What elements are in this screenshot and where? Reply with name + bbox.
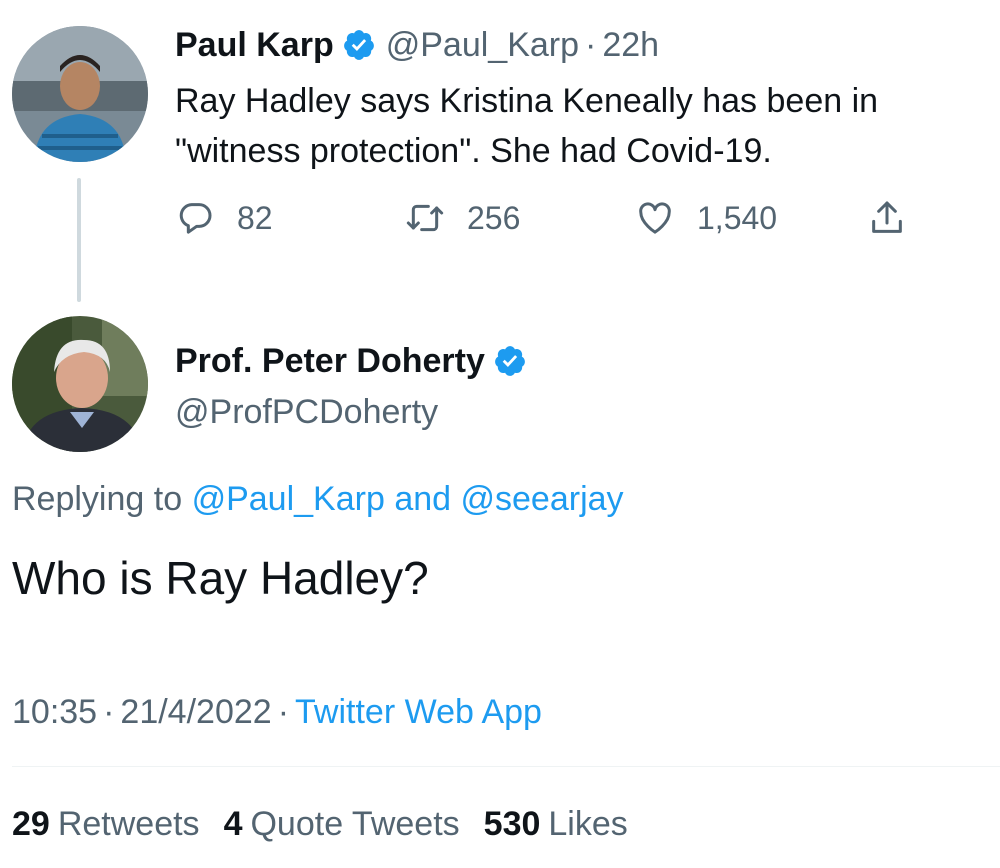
replying-to-line: Replying to @Paul_Karp and @seearjay bbox=[12, 474, 624, 524]
engagement-stats: 29 Retweets 4 Quote Tweets 530 Likes bbox=[12, 799, 652, 849]
like-icon bbox=[639, 202, 671, 234]
avatar-paul-karp[interactable] bbox=[12, 26, 148, 162]
likes-label: Likes bbox=[548, 804, 628, 843]
retweet-button[interactable]: 256 bbox=[405, 194, 520, 242]
quote-tweets-count: 4 bbox=[223, 804, 243, 843]
reply-count: 82 bbox=[237, 199, 273, 236]
tweet-time[interactable]: 22h bbox=[602, 26, 659, 65]
verified-badge-icon bbox=[494, 346, 525, 376]
separator-dot: · bbox=[103, 692, 115, 731]
reply-button[interactable]: 82 bbox=[175, 194, 273, 242]
retweets-stat[interactable]: 29 Retweets bbox=[12, 805, 200, 844]
mention-link[interactable]: @Paul_Karp bbox=[192, 480, 385, 519]
share-icon bbox=[872, 201, 902, 233]
tweet-meta: 10:35 · 21/4/2022 · Twitter Web App bbox=[12, 687, 542, 737]
likes-count: 530 bbox=[483, 804, 541, 843]
reply-tweet-text: Who is Ray Hadley? bbox=[12, 552, 429, 604]
author-name[interactable]: Paul Karp bbox=[175, 26, 334, 65]
tweet-date[interactable]: 21/4/2022 bbox=[120, 693, 271, 732]
like-button[interactable]: 1,540 bbox=[635, 194, 777, 242]
tweet-text-line: Ray Hadley says Kristina Keneally has be… bbox=[175, 82, 879, 120]
replying-prefix: Replying to bbox=[12, 479, 183, 518]
share-button[interactable] bbox=[867, 194, 907, 242]
reply-author-row: Prof. Peter Doherty bbox=[175, 336, 527, 386]
thread-connector-line bbox=[77, 178, 81, 302]
retweet-icon bbox=[406, 204, 444, 232]
divider bbox=[12, 766, 1000, 767]
separator-dot: · bbox=[277, 692, 290, 731]
parent-tweet-actions: 82 256 1,540 bbox=[175, 194, 935, 242]
reply-icon bbox=[179, 203, 212, 234]
tweet-source-link[interactable]: Twitter Web App bbox=[295, 693, 542, 732]
tweet-text-line: "witness protection". She had Covid-19. bbox=[175, 132, 772, 170]
separator-dot: · bbox=[585, 25, 597, 64]
replying-and: and bbox=[394, 479, 452, 518]
verified-badge-icon bbox=[343, 30, 374, 60]
quote-tweets-label: Quote Tweets bbox=[250, 804, 460, 843]
author-handle[interactable]: @Paul_Karp bbox=[386, 26, 579, 65]
parent-tweet-text: Ray Hadley says Kristina Keneally has be… bbox=[175, 76, 990, 176]
quote-tweets-stat[interactable]: 4 Quote Tweets bbox=[224, 805, 460, 844]
mention-link[interactable]: @seearjay bbox=[461, 480, 624, 519]
like-count: 1,540 bbox=[697, 199, 778, 236]
reply-author-handle[interactable]: @ProfPCDoherty bbox=[175, 388, 438, 436]
retweets-label: Retweets bbox=[57, 804, 200, 843]
parent-tweet-header: Paul Karp @Paul_Karp · 22h bbox=[175, 20, 659, 70]
retweets-count: 29 bbox=[12, 804, 50, 843]
author-name[interactable]: Prof. Peter Doherty bbox=[175, 342, 485, 381]
likes-stat[interactable]: 530 Likes bbox=[484, 805, 628, 844]
tweet-timestamp[interactable]: 10:35 bbox=[12, 693, 97, 732]
avatar-peter-doherty[interactable] bbox=[12, 316, 148, 452]
retweet-count: 256 bbox=[467, 199, 521, 236]
